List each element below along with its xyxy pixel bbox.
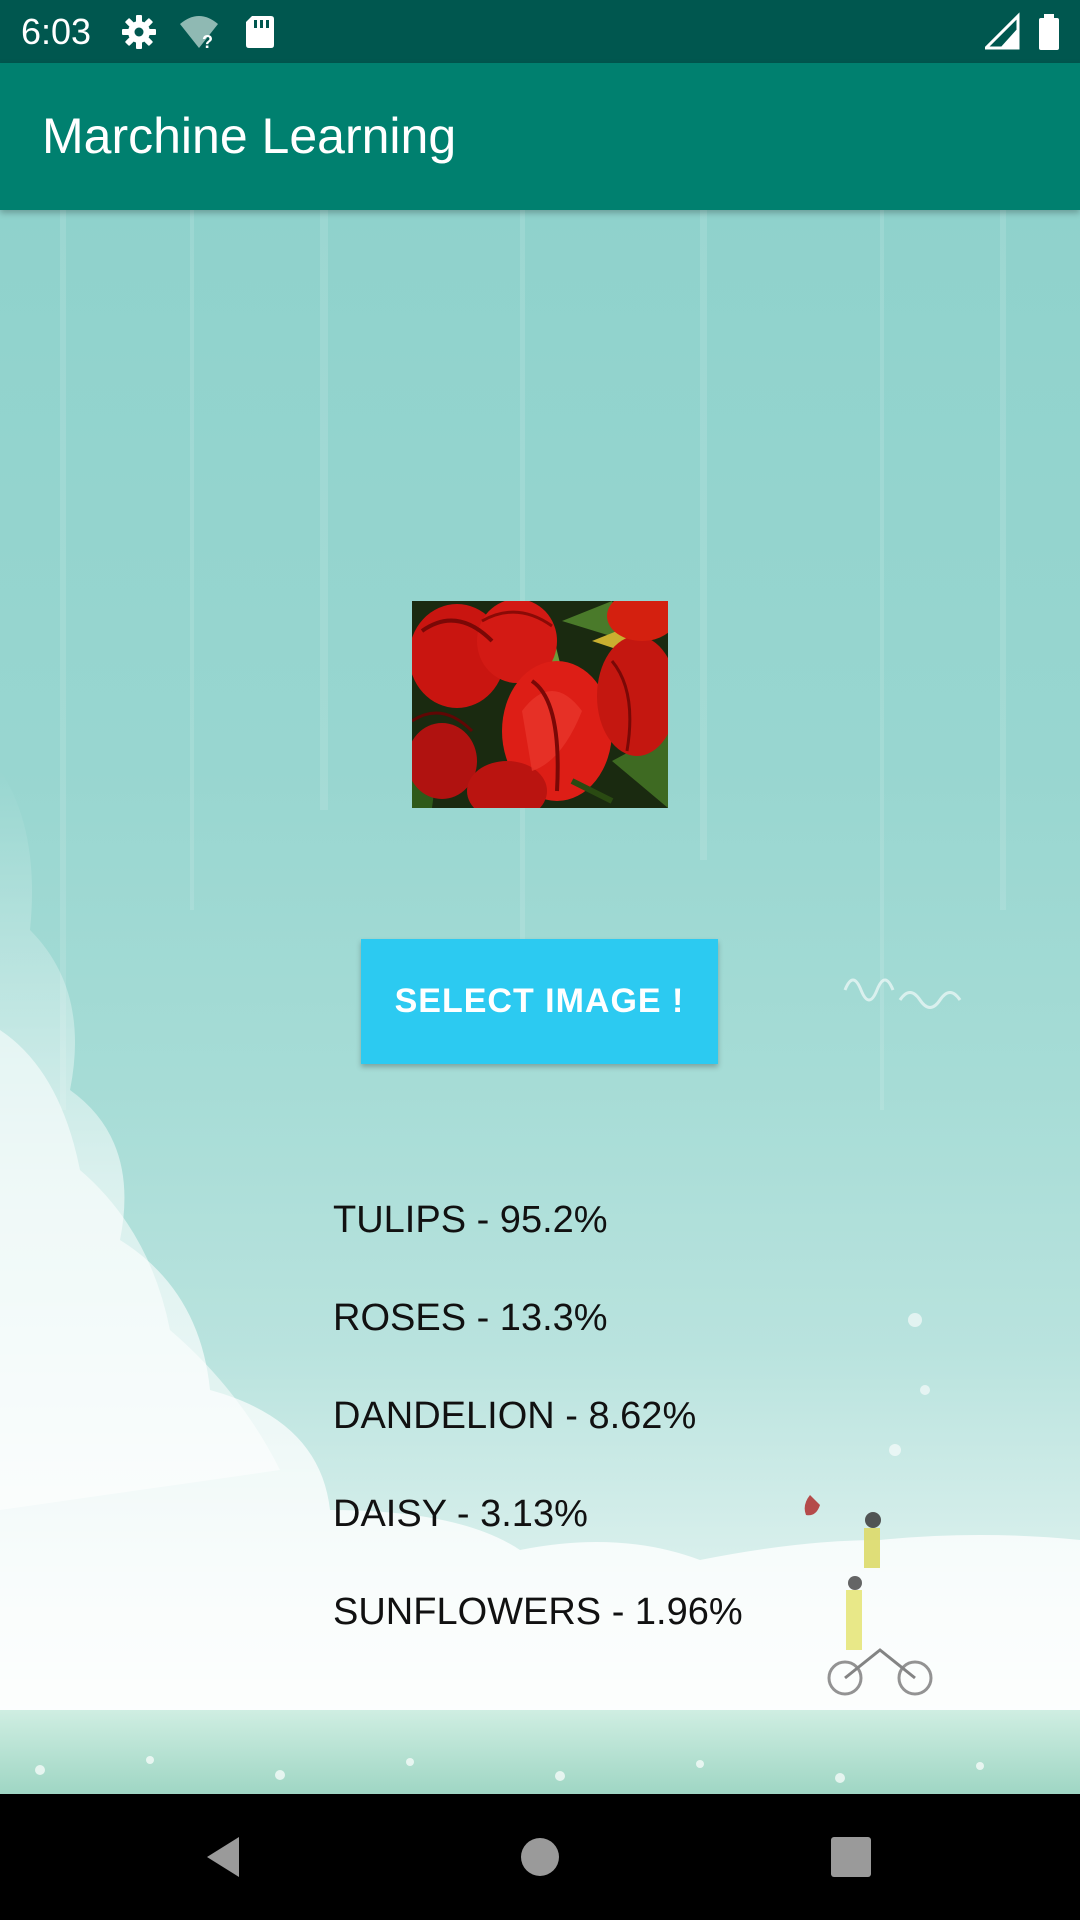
recents-icon[interactable] [821,1827,881,1887]
result-dandelion: DANDELION - 8.62% [333,1395,697,1437]
home-icon[interactable] [510,1827,570,1887]
result-sunflowers: SUNFLOWERS - 1.96% [333,1591,743,1633]
main-content: SELECT IMAGE ! TULIPS - 95.2% ROSES - 13… [0,210,1080,1794]
app-title: Marchine Learning [42,108,457,164]
status-time: 6:03 [21,11,92,52]
wifi-unknown-icon: ? [178,12,218,52]
settings-gear-icon [119,12,159,52]
selected-image [412,601,668,808]
red-tulips-photo [412,601,668,808]
app-bar: Marchine Learning [0,63,1080,210]
result-tulips: TULIPS - 95.2% [333,1199,608,1241]
back-icon[interactable] [195,1827,255,1887]
status-bar: 6:03 ? [0,0,1080,63]
select-image-button[interactable]: SELECT IMAGE ! [361,939,718,1064]
result-roses: ROSES - 13.3% [333,1297,608,1339]
battery-icon [1036,12,1076,52]
navigation-bar [0,1794,1080,1920]
sd-card-icon [240,12,280,52]
result-daisy: DAISY - 3.13% [333,1493,588,1535]
cell-signal-icon [982,12,1025,52]
svg-text:?: ? [202,32,213,52]
